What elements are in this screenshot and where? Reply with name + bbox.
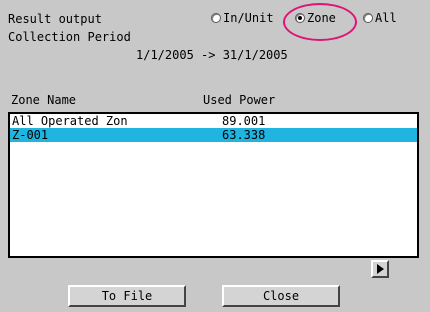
row-zone-name: All Operated Zon: [12, 114, 128, 128]
play-right-arrow-icon: [377, 264, 384, 274]
next-page-button[interactable]: [371, 260, 389, 278]
close-button[interactable]: Close: [222, 285, 340, 307]
radio-all[interactable]: All: [363, 10, 397, 26]
radio-all-circle-icon[interactable]: [363, 13, 373, 23]
column-header-zone-name: Zone Name: [11, 93, 77, 107]
radio-all-label: All: [375, 11, 397, 25]
period-range: 1/1/2005 -> 31/1/2005: [136, 48, 288, 62]
to-file-button[interactable]: To File: [68, 285, 186, 307]
row-used-power: 89.001: [222, 114, 266, 128]
radio-in-unit-label: In/Unit: [223, 11, 274, 25]
result-output-label: Result output: [8, 12, 102, 26]
row-used-power: 63.338: [222, 128, 266, 142]
zone-power-list[interactable]: All Operated Zon 89.001 Z-001 63.338: [8, 112, 419, 258]
collection-period-label: Collection Period: [8, 30, 131, 44]
radio-in-unit[interactable]: In/Unit: [211, 10, 274, 26]
column-header-used-power: Used Power: [203, 93, 276, 107]
highlight-ring-annotation: [283, 3, 357, 41]
radio-in-unit-circle-icon[interactable]: [211, 13, 221, 23]
list-row-selected[interactable]: Z-001 63.338: [10, 128, 417, 142]
row-zone-name: Z-001: [12, 128, 49, 142]
list-row[interactable]: All Operated Zon 89.001: [10, 114, 417, 128]
